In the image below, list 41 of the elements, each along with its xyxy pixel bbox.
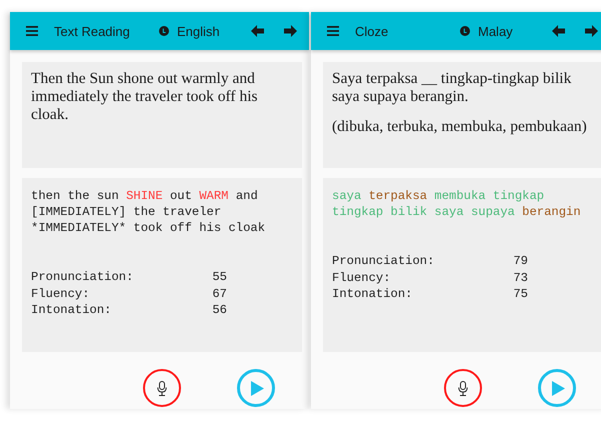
- transcript-text: saya terpaksa membuka tingkap tingkap bilik saya supaya berangin: [332, 188, 582, 220]
- forward-button[interactable]: [583, 23, 600, 39]
- score-value: 75: [512, 286, 528, 302]
- record-button[interactable]: [444, 369, 482, 407]
- prompt-text: (dibuka, terbuka, membuka, pembukaan): [332, 118, 588, 136]
- right-arrow-icon: [585, 25, 598, 37]
- score-value: 67: [211, 286, 227, 302]
- screen-title: Cloze: [355, 24, 390, 38]
- screen-title: Text Reading: [54, 24, 131, 38]
- record-button[interactable]: [143, 369, 181, 407]
- score-value: 79: [512, 253, 528, 270]
- play-icon: [552, 380, 565, 396]
- prompt-text: Saya terpaksa __ tingkap-tingkap bilik saya supaya berangin.: [332, 70, 572, 106]
- right-arrow-icon: [284, 25, 297, 37]
- microphone-icon: [157, 380, 167, 396]
- score-value: 55: [211, 269, 227, 286]
- transcript-text: then the sun SHINE out WARM and [IMMEDIATELY] the traveler *IMMEDIATELY* took off his cloak: [31, 188, 266, 236]
- score-label: Fluency:: [332, 270, 392, 286]
- language-selector[interactable]: English: [159, 24, 241, 38]
- back-button[interactable]: [249, 23, 266, 39]
- score-label: Intonation:: [31, 302, 112, 318]
- letter-circle-icon: [159, 26, 169, 36]
- language-selector[interactable]: Malay: [460, 24, 542, 38]
- left-arrow-icon: [552, 25, 565, 37]
- forward-button[interactable]: [282, 23, 299, 39]
- menu-button[interactable]: [24, 24, 40, 38]
- back-button[interactable]: [550, 23, 567, 39]
- microphone-icon: [458, 380, 468, 396]
- score-label: Intonation:: [332, 286, 414, 302]
- score-value: 56: [211, 302, 227, 318]
- letter-circle-icon: [460, 26, 470, 36]
- score-label: Pronunciation:: [31, 269, 134, 286]
- left-arrow-icon: [251, 25, 264, 37]
- menu-button[interactable]: [325, 24, 341, 38]
- play-icon: [251, 380, 264, 396]
- score-label: Pronunciation:: [332, 253, 436, 270]
- prompt-text: Then the Sun shone out warmly and immediately the traveler took off his cloak.: [31, 70, 259, 124]
- score-value: 73: [512, 270, 528, 286]
- menu-icon: [26, 26, 38, 36]
- menu-icon: [327, 26, 339, 36]
- score-label: Fluency:: [31, 286, 91, 302]
